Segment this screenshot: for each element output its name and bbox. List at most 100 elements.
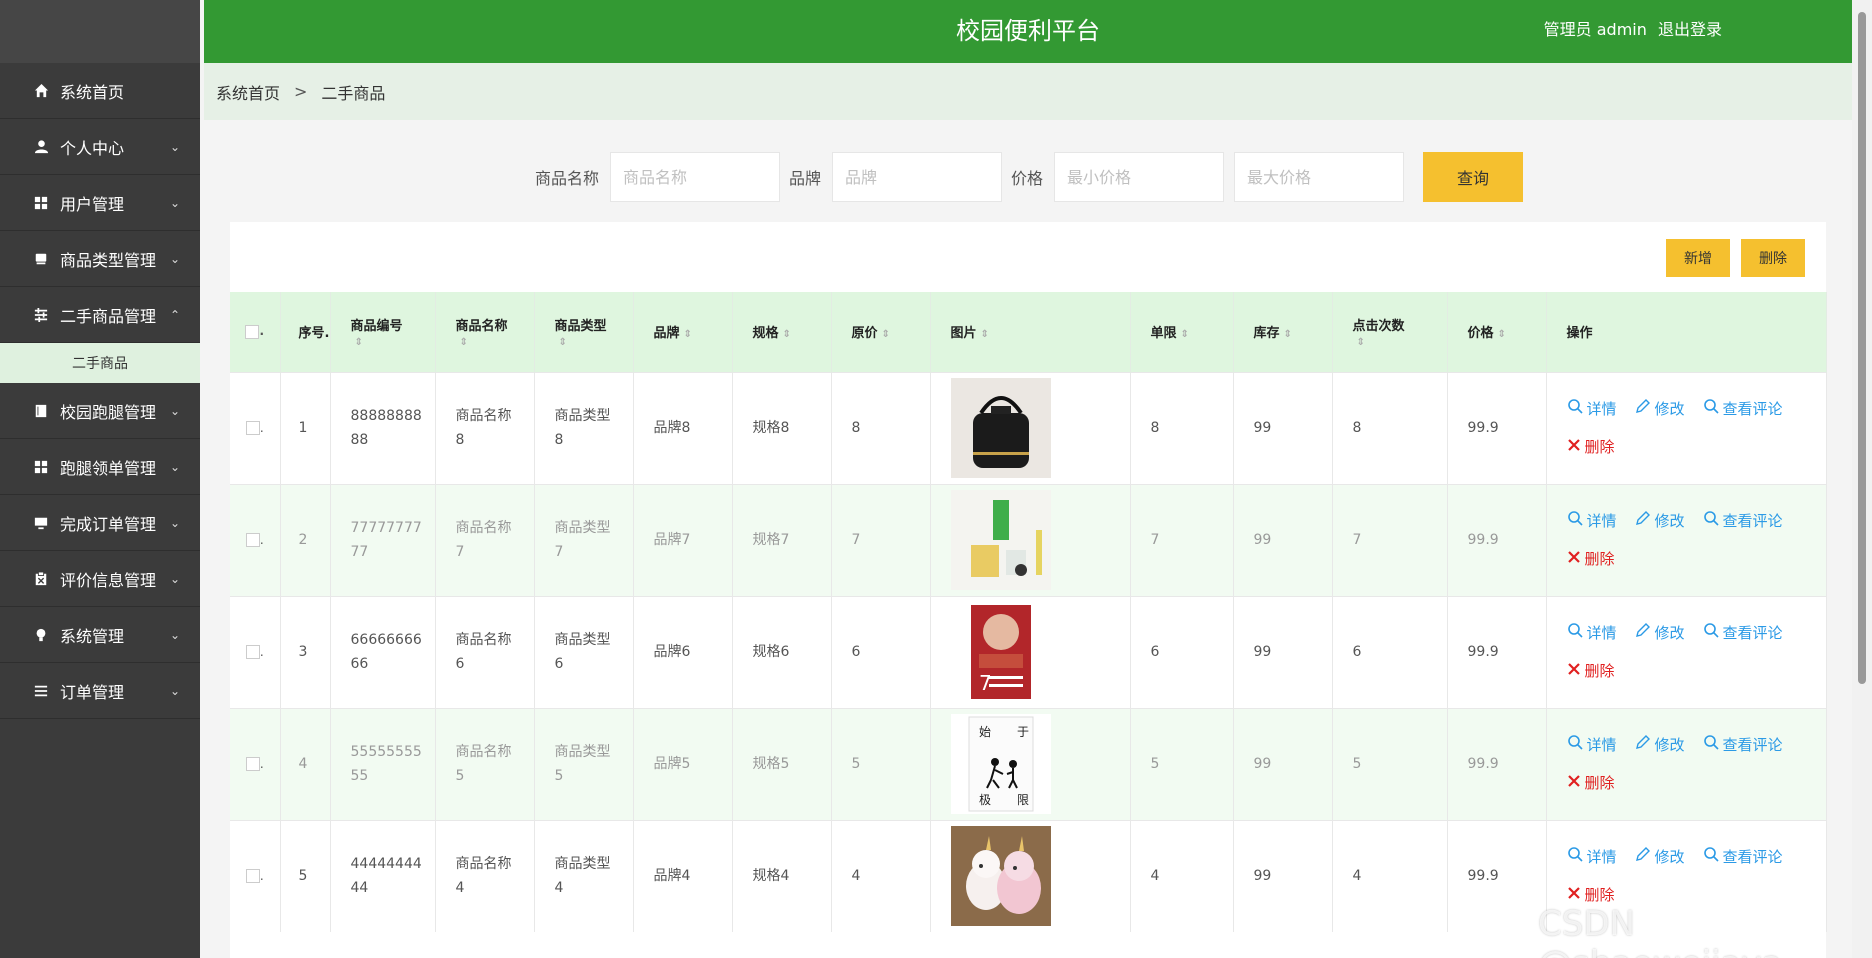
sidebar-item-errands[interactable]: 校园跑腿管理 ⌄ bbox=[0, 383, 200, 439]
col-spec[interactable]: 规格 ⇕ bbox=[732, 292, 832, 372]
row-select-cell[interactable]: . bbox=[230, 707, 281, 820]
cell-ops: 详情 修改 查看评论删除 bbox=[1546, 483, 1827, 596]
edit-button[interactable]: 修改 bbox=[1635, 509, 1685, 533]
sidebar-item-system[interactable]: 系统管理 ⌄ bbox=[0, 607, 200, 663]
detail-button[interactable]: 详情 bbox=[1567, 509, 1617, 533]
book-icon bbox=[30, 404, 52, 418]
view-comments-button[interactable]: 查看评论 bbox=[1703, 397, 1783, 421]
cell-clicks: 5 bbox=[1332, 707, 1448, 820]
view-comments-button[interactable]: 查看评论 bbox=[1703, 509, 1783, 533]
cell-type: 商品类型8 bbox=[534, 371, 634, 484]
sort-icon[interactable]: ⇕ bbox=[882, 329, 890, 340]
edit-button[interactable]: 修改 bbox=[1635, 621, 1685, 645]
breadcrumb-home[interactable]: 系统首页 bbox=[216, 80, 280, 104]
col-clicks[interactable]: 点击次数 ⇕ bbox=[1332, 292, 1448, 372]
col-name[interactable]: 商品名称 ⇕ bbox=[435, 292, 535, 372]
list-icon bbox=[30, 684, 52, 698]
cell-orig-price: 8 bbox=[831, 371, 931, 484]
sidebar-item-secondhand[interactable]: 二手商品管理 ⌃ bbox=[0, 287, 200, 343]
cell-stock: 99 bbox=[1233, 819, 1333, 932]
col-price[interactable]: 价格 ⇕ bbox=[1447, 292, 1547, 372]
sidebar-item-errand-orders[interactable]: 跑腿领单管理 ⌄ bbox=[0, 439, 200, 495]
cell-limit: 7 bbox=[1130, 483, 1234, 596]
product-image[interactable]: 始 于极 限 bbox=[950, 714, 1130, 814]
scrollbar-thumb[interactable] bbox=[1858, 12, 1866, 684]
row-select-cell[interactable]: . bbox=[230, 483, 281, 596]
detail-button[interactable]: 详情 bbox=[1567, 621, 1617, 645]
cell-brand: 品牌5 bbox=[633, 707, 733, 820]
sort-icon[interactable]: ⇕ bbox=[559, 337, 567, 348]
sort-icon[interactable]: ⇕ bbox=[1357, 337, 1365, 348]
select-all-checkbox[interactable] bbox=[245, 324, 260, 339]
sidebar-subitem-secondhand-goods[interactable]: 二手商品 bbox=[0, 343, 200, 383]
delete-row-button[interactable]: 删除 bbox=[1567, 771, 1615, 795]
user-area: 管理员 admin 退出登录 bbox=[1538, 0, 1722, 60]
detail-button[interactable]: 详情 bbox=[1567, 733, 1617, 757]
col-code[interactable]: 商品编号 ⇕ bbox=[330, 292, 436, 372]
sort-icon[interactable]: ⇕ bbox=[783, 329, 791, 340]
delete-row-button[interactable]: 删除 bbox=[1567, 435, 1615, 459]
product-image[interactable] bbox=[950, 378, 1130, 478]
delete-row-button[interactable]: 删除 bbox=[1567, 659, 1615, 683]
row-checkbox[interactable] bbox=[245, 645, 260, 659]
delete-selected-button[interactable]: 删除 bbox=[1741, 239, 1805, 277]
view-comments-button[interactable]: 查看评论 bbox=[1703, 621, 1783, 645]
col-limit[interactable]: 单限 ⇕ bbox=[1130, 292, 1234, 372]
chevron-down-icon: ⌄ bbox=[169, 195, 180, 210]
sort-icon[interactable]: ⇕ bbox=[355, 337, 363, 348]
clipboard-icon bbox=[30, 571, 52, 586]
row-checkbox[interactable] bbox=[245, 421, 260, 435]
col-brand[interactable]: 品牌 ⇕ bbox=[633, 292, 733, 372]
edit-button[interactable]: 修改 bbox=[1635, 845, 1685, 869]
delete-row-button[interactable]: 删除 bbox=[1567, 547, 1615, 571]
pencil-icon bbox=[1635, 733, 1655, 757]
sort-icon[interactable]: ⇕ bbox=[1284, 329, 1292, 340]
sidebar-item-orders[interactable]: 订单管理 ⌄ bbox=[0, 663, 200, 719]
row-checkbox[interactable] bbox=[245, 869, 260, 884]
product-image[interactable] bbox=[950, 490, 1130, 590]
row-checkbox[interactable] bbox=[245, 757, 260, 771]
col-orig-price[interactable]: 原价 ⇕ bbox=[831, 292, 931, 372]
sidebar-item-profile[interactable]: 个人中心 ⌄ bbox=[0, 119, 200, 175]
svg-text:始: 始 bbox=[979, 725, 991, 739]
row-select-cell[interactable]: . bbox=[230, 595, 281, 708]
brand-filter-input[interactable] bbox=[832, 152, 1002, 202]
col-image[interactable]: 图片 ⇕ bbox=[930, 292, 1131, 372]
svg-text:7: 7 bbox=[979, 671, 992, 695]
sort-icon[interactable]: ⇕ bbox=[460, 337, 468, 348]
vertical-scrollbar[interactable] bbox=[1852, 0, 1872, 958]
product-image[interactable]: 7 bbox=[950, 602, 1130, 702]
detail-button[interactable]: 详情 bbox=[1567, 845, 1617, 869]
sidebar-item-completed-orders[interactable]: 完成订单管理 ⌄ bbox=[0, 495, 200, 551]
detail-button[interactable]: 详情 bbox=[1567, 397, 1617, 421]
view-comments-button[interactable]: 查看评论 bbox=[1703, 845, 1783, 869]
select-all-cell[interactable]: . bbox=[230, 292, 281, 372]
row-checkbox[interactable] bbox=[245, 533, 260, 547]
sort-icon[interactable]: ⇕ bbox=[1498, 329, 1506, 340]
col-stock[interactable]: 库存 ⇕ bbox=[1233, 292, 1333, 372]
logout-link[interactable]: 退出登录 bbox=[1658, 20, 1722, 39]
product-image[interactable] bbox=[950, 826, 1130, 927]
row-select-cell[interactable]: . bbox=[230, 371, 281, 484]
cell-image: 7 bbox=[930, 595, 1131, 708]
max-price-input[interactable] bbox=[1234, 152, 1404, 202]
watermark: CSDN @shaoweijava bbox=[1538, 904, 1782, 958]
add-button[interactable]: 新增 bbox=[1666, 239, 1730, 277]
col-type[interactable]: 商品类型 ⇕ bbox=[534, 292, 634, 372]
sidebar-item-label: 系统管理 bbox=[60, 626, 125, 646]
sort-icon[interactable]: ⇕ bbox=[684, 329, 692, 340]
name-filter-input[interactable] bbox=[610, 152, 780, 202]
sidebar-item-home[interactable]: 系统首页 bbox=[0, 63, 200, 119]
sidebar-item-reviews[interactable]: 评价信息管理 ⌄ bbox=[0, 551, 200, 607]
sort-icon[interactable]: ⇕ bbox=[1181, 329, 1189, 340]
edit-button[interactable]: 修改 bbox=[1635, 397, 1685, 421]
row-select-cell[interactable]: . bbox=[230, 819, 281, 932]
query-button[interactable]: 查询 bbox=[1423, 152, 1523, 202]
view-comments-button[interactable]: 查看评论 bbox=[1703, 733, 1783, 757]
sidebar-item-users[interactable]: 用户管理 ⌄ bbox=[0, 175, 200, 231]
min-price-input[interactable] bbox=[1054, 152, 1224, 202]
sort-icon[interactable]: ⇕ bbox=[981, 329, 989, 340]
edit-button[interactable]: 修改 bbox=[1635, 733, 1685, 757]
sidebar-item-product-types[interactable]: 商品类型管理 ⌄ bbox=[0, 231, 200, 287]
sidebar-item-label: 评价信息管理 bbox=[60, 570, 157, 590]
